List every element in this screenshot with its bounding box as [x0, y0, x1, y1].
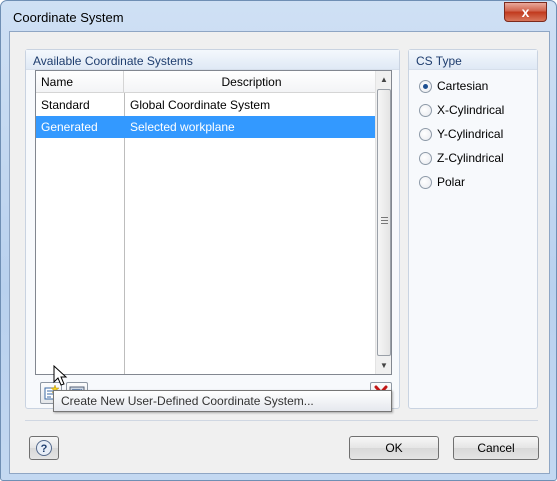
cell-name: Standard [41, 98, 90, 112]
radio-button[interactable] [419, 103, 432, 117]
scroll-thumb[interactable] [377, 89, 391, 356]
mouse-cursor-icon [53, 365, 68, 386]
available-cs-group: Available Coordinate Systems Name Descri… [25, 49, 400, 409]
column-header-name[interactable]: Name [36, 71, 124, 93]
scroll-down-icon[interactable]: ▼ [376, 357, 392, 374]
radio-button[interactable] [419, 79, 432, 93]
separator [25, 420, 538, 421]
radio-label: Polar [437, 175, 466, 189]
radio-label: Z-Cylindrical [437, 151, 504, 165]
list-header: Name Description [36, 71, 379, 93]
radio-label: Cartesian [437, 79, 489, 93]
cell-description: Global Coordinate System [130, 98, 271, 112]
table-row-selected[interactable]: Generated Selected workplane [36, 116, 379, 138]
title-bar[interactable]: Coordinate System x [1, 1, 556, 31]
window-title: Coordinate System [13, 10, 124, 25]
radio-cartesian[interactable]: Cartesian [419, 77, 488, 95]
vertical-scrollbar[interactable]: ▲ ▼ [375, 71, 391, 374]
cell-description: Selected workplane [130, 120, 235, 134]
cancel-label: Cancel [477, 441, 515, 455]
table-row[interactable]: Standard Global Coordinate System [36, 94, 379, 116]
close-icon: x [521, 4, 530, 20]
radio-z-cylindrical[interactable]: Z-Cylindrical [419, 149, 504, 167]
available-cs-header: Available Coordinate Systems [26, 50, 399, 70]
radio-button[interactable] [419, 175, 432, 189]
grip-icon [381, 217, 388, 224]
radio-label: Y-Cylindrical [437, 127, 504, 141]
svg-text:?: ? [41, 443, 48, 455]
cancel-button[interactable]: Cancel [453, 436, 539, 460]
cs-type-header: CS Type [409, 50, 537, 70]
radio-y-cylindrical[interactable]: Y-Cylindrical [419, 125, 503, 143]
scroll-up-icon[interactable]: ▲ [376, 71, 392, 88]
ok-button[interactable]: OK [349, 436, 439, 460]
radio-label: X-Cylindrical [437, 103, 505, 117]
radio-button[interactable] [419, 151, 432, 165]
cs-type-group: CS Type Cartesian X-Cylindrical Y-Cylind… [408, 49, 538, 409]
cell-name: Generated [41, 120, 98, 134]
dialog-window: Coordinate System x Available Coordinate… [0, 0, 557, 481]
close-button[interactable]: x [504, 2, 547, 22]
help-button[interactable]: ? [29, 436, 59, 460]
help-icon: ? [36, 440, 52, 456]
radio-button[interactable] [419, 127, 432, 141]
cs-list[interactable]: Name Description Standard Global Coordin… [35, 70, 392, 375]
column-header-description[interactable]: Description [124, 71, 379, 93]
radio-polar[interactable]: Polar [419, 173, 465, 191]
ok-label: OK [385, 441, 403, 455]
radio-x-cylindrical[interactable]: X-Cylindrical [419, 101, 504, 119]
tooltip: Create New User-Defined Coordinate Syste… [53, 390, 392, 412]
